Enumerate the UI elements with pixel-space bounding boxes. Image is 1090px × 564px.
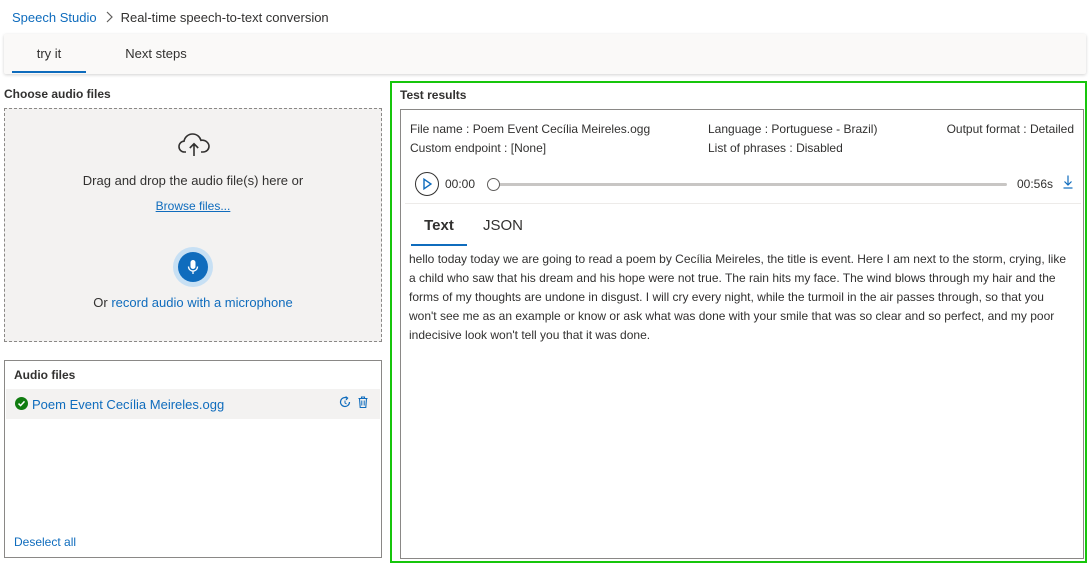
tab-label: try it (36, 46, 62, 61)
tab-text[interactable]: Text (411, 214, 467, 246)
audio-file-name[interactable]: Poem Event Cecília Meireles.ogg (32, 397, 224, 412)
language-meta: Language : Portuguese - Brazil) (708, 122, 877, 136)
delete-icon[interactable] (356, 395, 370, 409)
test-results-title: Test results (400, 88, 467, 102)
divider (405, 203, 1081, 204)
custom-endpoint-value: [None] (510, 141, 547, 155)
record-audio-line: Or record audio with a microphone (5, 295, 381, 310)
drag-drop-text: Drag and drop the audio file(s) here or (82, 173, 304, 188)
microphone-icon (187, 259, 199, 275)
phrases-label: List of phrases : (708, 141, 793, 155)
tab-label: Next steps (125, 46, 187, 61)
file-name-label: File name : (410, 122, 470, 136)
language-label: Language : (708, 122, 769, 136)
custom-endpoint-label: Custom endpoint : (410, 141, 508, 155)
choose-audio-files-title: Choose audio files (4, 87, 111, 101)
breadcrumb-current-page: Real-time speech-to-text conversion (120, 9, 329, 25)
breadcrumb-speech-studio-link[interactable]: Speech Studio (12, 10, 97, 25)
record-audio-link[interactable]: record audio with a microphone (111, 295, 292, 310)
output-format-meta: Output format : Detailed (947, 122, 1074, 136)
language-value: Portuguese - Brazil) (771, 122, 878, 136)
transcript-text: hello today today we are going to read a… (409, 252, 1066, 342)
audio-files-title: Audio files (14, 368, 76, 382)
record-prefix: Or (93, 295, 108, 310)
tab-json[interactable]: JSON (483, 214, 527, 246)
file-name-value: Poem Event Cecília Meireles.ogg (472, 122, 651, 136)
selected-tab-indicator (12, 71, 86, 73)
chevron-right-icon (105, 11, 113, 23)
seek-bar-track[interactable] (491, 183, 1007, 186)
audio-player: 00:00 00:56s (415, 168, 1075, 198)
cloud-upload-icon (177, 131, 211, 159)
file-name-meta: File name : Poem Event Cecília Meireles.… (410, 122, 650, 136)
custom-endpoint-meta: Custom endpoint : [None] (410, 141, 546, 155)
top-tab-bar: try it Next steps (4, 34, 1086, 74)
tab-next-steps[interactable]: Next steps (112, 34, 200, 74)
audio-drop-zone[interactable]: Drag and drop the audio file(s) here or … (4, 108, 382, 342)
test-results-panel: File name : Poem Event Cecília Meireles.… (400, 109, 1084, 559)
test-results-section: Test results File name : Poem Event Cecí… (390, 81, 1087, 563)
duration: 00:56s (1017, 177, 1054, 191)
record-microphone-button[interactable] (173, 247, 213, 287)
current-time: 00:00 (445, 177, 476, 191)
deselect-all-link[interactable]: Deselect all (14, 535, 76, 549)
download-icon[interactable] (1061, 174, 1075, 190)
output-format-label: Output format : (946, 122, 1027, 136)
browse-files-link[interactable]: Browse files... (5, 199, 381, 213)
audio-file-row[interactable]: Poem Event Cecília Meireles.ogg (6, 389, 380, 419)
tab-try-it[interactable]: try it (12, 34, 86, 74)
output-format-value: Detailed (1029, 122, 1074, 136)
tab-label: Text (424, 217, 454, 234)
seek-bar-thumb[interactable] (487, 178, 500, 191)
tab-label: JSON (483, 217, 524, 234)
retry-icon[interactable] (338, 395, 352, 409)
success-check-icon (15, 397, 28, 410)
phrases-value: Disabled (796, 141, 843, 155)
selected-tab-indicator (411, 244, 467, 246)
play-icon (422, 178, 432, 190)
file-row-actions (338, 395, 370, 409)
play-button[interactable] (415, 172, 439, 196)
phrases-meta: List of phrases : Disabled (708, 141, 843, 155)
microphone-button-core (178, 252, 208, 282)
breadcrumb: Speech Studio Real-time speech-to-text c… (12, 8, 329, 26)
audio-files-panel: Audio files Poem Event Cecília Meireles.… (4, 360, 382, 558)
